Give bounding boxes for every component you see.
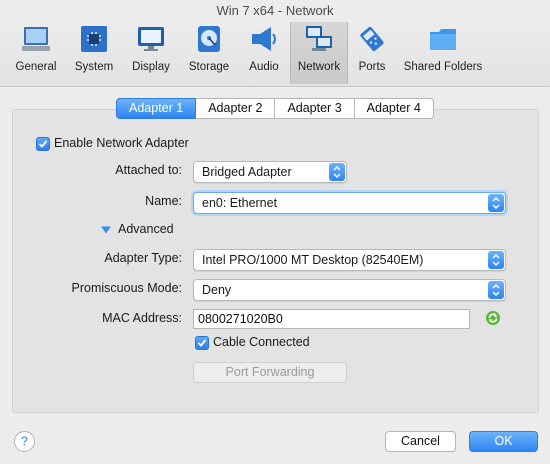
mac-address-label: MAC Address: [102, 311, 182, 325]
name-value: en0: Ethernet [202, 196, 278, 210]
settings-toolbar: General System Display Storage Audio Net… [0, 22, 550, 87]
toolbar-item-label: Shared Folders [403, 61, 483, 73]
ok-button[interactable]: OK [469, 431, 538, 452]
attached-to-label: Attached to: [115, 163, 182, 177]
tab-adapter-2[interactable]: Adapter 2 [196, 98, 276, 119]
enable-adapter-label: Enable Network Adapter [54, 136, 189, 150]
window-title: Win 7 x64 - Network [216, 3, 334, 18]
network-settings-window: Win 7 x64 - Network General System Displ… [0, 0, 550, 464]
audio-icon [249, 24, 279, 54]
promiscuous-mode-label: Promiscuous Mode: [71, 281, 182, 295]
toolbar-item-label: Storage [188, 61, 230, 73]
checkmark-icon [197, 339, 207, 347]
chevron-updown-icon [488, 281, 504, 299]
toolbar-item-audio[interactable]: Audio [240, 22, 288, 84]
adapter-type-label: Adapter Type: [104, 251, 182, 265]
mac-address-input[interactable] [194, 310, 469, 328]
promiscuous-mode-select[interactable]: Deny [193, 279, 506, 301]
tab-adapter-4[interactable]: Adapter 4 [354, 98, 434, 119]
display-icon [136, 24, 166, 54]
adapter-tabs: Adapter 1 Adapter 2 Adapter 3 Adapter 4 [116, 98, 434, 119]
adapter-type-select[interactable]: Intel PRO/1000 MT Desktop (82540EM) [193, 249, 506, 271]
toolbar-item-network[interactable]: Network [290, 22, 348, 84]
toolbar-item-system[interactable]: System [68, 22, 120, 84]
chevron-updown-icon [488, 194, 504, 212]
system-icon [79, 24, 109, 54]
toolbar-item-label: Audio [249, 61, 279, 73]
tab-adapter-3[interactable]: Adapter 3 [275, 98, 355, 119]
mac-address-field[interactable] [193, 309, 470, 329]
port-forwarding-button[interactable]: Port Forwarding [193, 362, 347, 383]
chevron-updown-icon [329, 163, 345, 181]
shared-folders-icon [428, 24, 458, 54]
toolbar-item-label: Display [132, 61, 170, 73]
toolbar-item-display[interactable]: Display [124, 22, 178, 84]
checkmark-icon [38, 140, 48, 148]
help-button[interactable]: ? [14, 431, 35, 452]
toolbar-item-label: System [74, 61, 114, 73]
toolbar-item-label: Network [297, 61, 341, 73]
name-select[interactable]: en0: Ethernet [193, 192, 506, 214]
enable-adapter-checkbox[interactable] [36, 137, 50, 151]
promiscuous-mode-value: Deny [202, 283, 232, 297]
ports-icon [357, 24, 387, 54]
storage-icon [194, 24, 224, 54]
name-label: Name: [145, 194, 182, 208]
cancel-button[interactable]: Cancel [385, 431, 456, 452]
toolbar-item-storage[interactable]: Storage [182, 22, 236, 84]
toolbar-item-label: General [15, 61, 57, 73]
advanced-toggle[interactable]: Advanced [118, 222, 174, 236]
cable-connected-label: Cable Connected [213, 335, 310, 349]
adapter-type-value: Intel PRO/1000 MT Desktop (82540EM) [202, 253, 424, 267]
attached-to-select[interactable]: Bridged Adapter [193, 161, 347, 183]
tab-adapter-1[interactable]: Adapter 1 [116, 98, 197, 119]
attached-to-value: Bridged Adapter [202, 165, 292, 179]
toolbar-item-shared-folders[interactable]: Shared Folders [400, 22, 486, 84]
toolbar-item-label: Ports [358, 61, 386, 73]
general-icon [21, 24, 51, 54]
cable-connected-checkbox[interactable] [195, 336, 209, 350]
toolbar-item-general[interactable]: General [8, 22, 64, 84]
network-icon [304, 24, 334, 54]
chevron-updown-icon [488, 251, 504, 269]
refresh-mac-icon[interactable] [485, 310, 501, 326]
disclosure-triangle-icon[interactable] [101, 224, 111, 234]
toolbar-item-ports[interactable]: Ports [350, 22, 394, 84]
